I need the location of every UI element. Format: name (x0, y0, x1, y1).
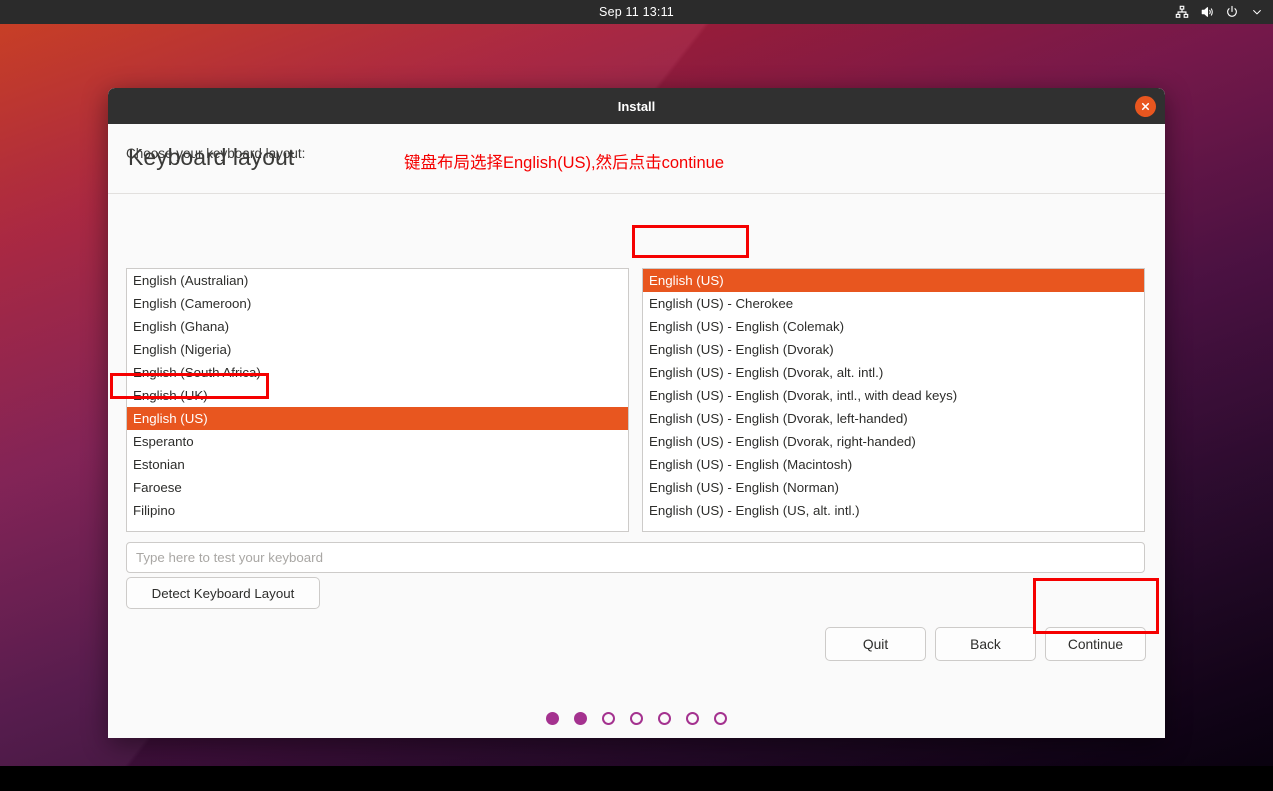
power-icon[interactable] (1224, 4, 1240, 20)
list-item[interactable]: English (US) - English (US, alt. intl.) (643, 499, 1144, 522)
network-icon[interactable] (1174, 4, 1190, 20)
list-item[interactable]: Filipino (127, 499, 628, 522)
progress-dot (630, 712, 643, 725)
list-item[interactable]: English (Cameroon) (127, 292, 628, 315)
keyboard-test-input[interactable] (126, 542, 1145, 573)
progress-dot (602, 712, 615, 725)
keyboard-layout-list[interactable]: English (Australian) English (Cameroon) En… (126, 268, 629, 532)
system-indicators[interactable] (1174, 0, 1265, 24)
desktop-bottom-bar (0, 766, 1273, 791)
list-item[interactable]: English (US) - English (Dvorak, alt. int… (643, 361, 1144, 384)
progress-dot (546, 712, 559, 725)
list-item[interactable]: English (US) - English (Dvorak) (643, 338, 1144, 361)
window-body: Keyboard layout 键盘布局选择English(US),然后点击co… (108, 124, 1165, 738)
list-item[interactable]: English (US) - English (Dvorak, right-ha… (643, 430, 1144, 453)
action-buttons: Quit Back Continue (825, 627, 1146, 661)
list-item[interactable]: English (South Africa) (127, 361, 628, 384)
window-title: Install (617, 98, 656, 114)
list-item[interactable]: English (US) (127, 407, 628, 430)
list-item[interactable]: English (US) - English (Dvorak, intl., w… (643, 384, 1144, 407)
window-titlebar: Install (108, 88, 1165, 124)
continue-button[interactable]: Continue (1045, 627, 1146, 661)
list-item[interactable]: English (Ghana) (127, 315, 628, 338)
volume-icon[interactable] (1199, 4, 1215, 20)
detect-keyboard-layout-button[interactable]: Detect Keyboard Layout (126, 577, 320, 609)
list-item[interactable]: English (US) - English (Dvorak, left-han… (643, 407, 1144, 430)
chevron-down-icon[interactable] (1249, 4, 1265, 20)
progress-dot (574, 712, 587, 725)
progress-dot (686, 712, 699, 725)
list-item[interactable]: Esperanto (127, 430, 628, 453)
annotation-note: 键盘布局选择English(US),然后点击continue (404, 154, 724, 172)
top-panel: Sep 11 13:11 (0, 0, 1273, 24)
clock[interactable]: Sep 11 13:11 (0, 5, 1273, 19)
list-item[interactable]: Estonian (127, 453, 628, 476)
list-item[interactable]: English (UK) (127, 384, 628, 407)
quit-button[interactable]: Quit (825, 627, 926, 661)
list-item[interactable]: English (US) (643, 269, 1144, 292)
progress-dot (714, 712, 727, 725)
list-item[interactable]: English (US) - English (Macintosh) (643, 453, 1144, 476)
back-button[interactable]: Back (935, 627, 1036, 661)
keyboard-variant-list[interactable]: English (US) English (US) - Cherokee Engli… (642, 268, 1145, 532)
list-item[interactable]: Faroese (127, 476, 628, 499)
list-item[interactable]: English (Nigeria) (127, 338, 628, 361)
list-item[interactable]: English (Australian) (127, 269, 628, 292)
list-item[interactable]: English (US) - English (Norman) (643, 476, 1144, 499)
progress-dot (658, 712, 671, 725)
list-item[interactable]: English (US) - Cherokee (643, 292, 1144, 315)
install-window: Install Keyboard layout 键盘布局选择English(US… (108, 88, 1165, 738)
progress-dots (108, 712, 1165, 725)
list-item[interactable]: English (US) - English (Colemak) (643, 315, 1144, 338)
choose-layout-label: Choose your keyboard layout: (126, 146, 306, 161)
close-icon[interactable] (1135, 96, 1156, 117)
